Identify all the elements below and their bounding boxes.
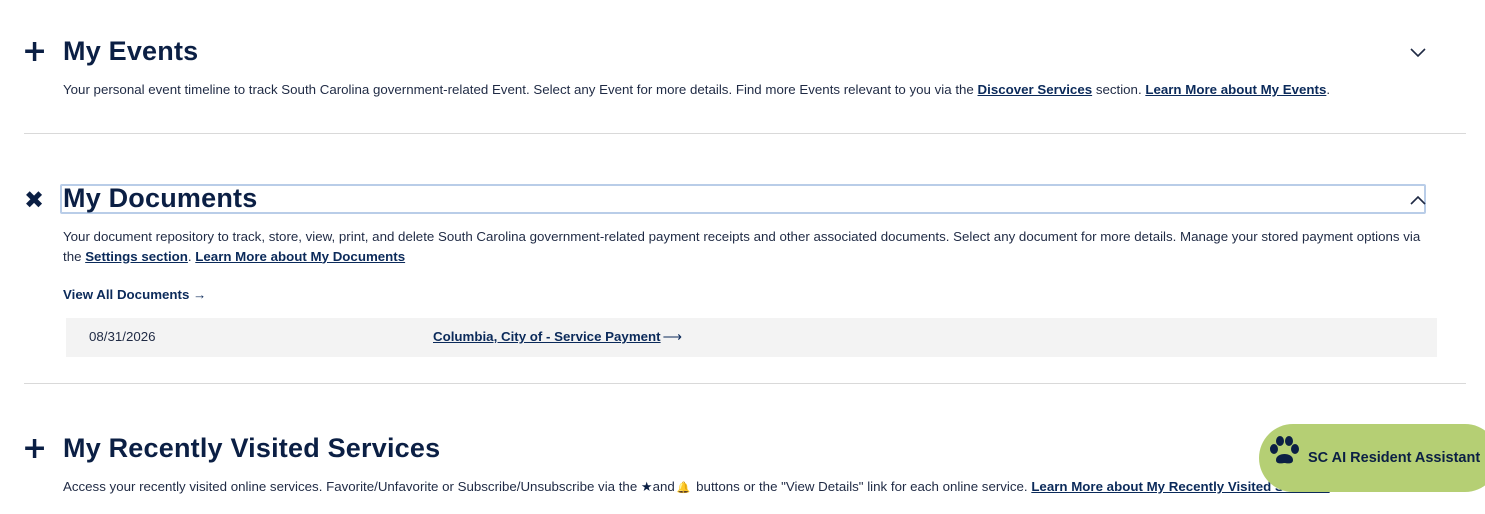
learn-more-events-link[interactable]: Learn More about My Events: [1145, 82, 1326, 97]
expand-plus-icon[interactable]: +: [22, 434, 47, 464]
assistant-label: SC AI Resident Assistant: [1308, 450, 1481, 466]
document-link-label[interactable]: Columbia, City of - Service Payment: [433, 329, 661, 344]
settings-section-link[interactable]: Settings section: [85, 249, 188, 264]
view-all-documents-link[interactable]: View All Documents →: [63, 287, 206, 302]
recent-services-description: Access your recently visited online serv…: [63, 477, 1330, 498]
documents-title[interactable]: My Documents: [63, 183, 257, 214]
expand-plus-icon[interactable]: +: [22, 37, 47, 67]
documents-description: Your document repository to track, store…: [63, 227, 1433, 266]
star-icon: ★: [640, 480, 653, 495]
events-desc-text: Your personal event timeline to track So…: [63, 82, 978, 97]
recent-desc-mid: buttons or the "View Details" link for e…: [692, 479, 1032, 494]
sc-ai-assistant-button[interactable]: SC AI Resident Assistant: [1259, 424, 1485, 492]
discover-services-link[interactable]: Discover Services: [978, 82, 1093, 97]
documents-header-focus[interactable]: [60, 184, 1426, 214]
section-divider: [24, 133, 1466, 134]
recent-services-title[interactable]: My Recently Visited Services: [63, 433, 440, 464]
bell-icon: 🔔: [676, 481, 691, 494]
paw-icon: [1270, 436, 1299, 464]
chevron-down-icon[interactable]: [1410, 48, 1426, 58]
collapse-close-icon[interactable]: ✖: [22, 188, 46, 212]
document-link[interactable]: Columbia, City of - Service Payment ⟶: [433, 329, 682, 345]
events-description: Your personal event timeline to track So…: [63, 80, 1433, 100]
events-desc-end: .: [1326, 82, 1331, 97]
document-date: 08/31/2026: [89, 329, 156, 344]
recent-and-text: and: [652, 479, 675, 494]
learn-more-documents-link[interactable]: Learn More about My Documents: [195, 249, 405, 264]
recent-desc-text: Access your recently visited online serv…: [63, 479, 641, 494]
arrow-right-icon: ⟶: [662, 329, 682, 344]
events-desc-mid: section.: [1092, 82, 1146, 97]
section-divider: [24, 383, 1466, 384]
document-row: 08/31/2026 Columbia, City of - Service P…: [66, 318, 1437, 357]
events-title[interactable]: My Events: [63, 36, 198, 67]
chevron-up-icon[interactable]: [1410, 195, 1426, 205]
